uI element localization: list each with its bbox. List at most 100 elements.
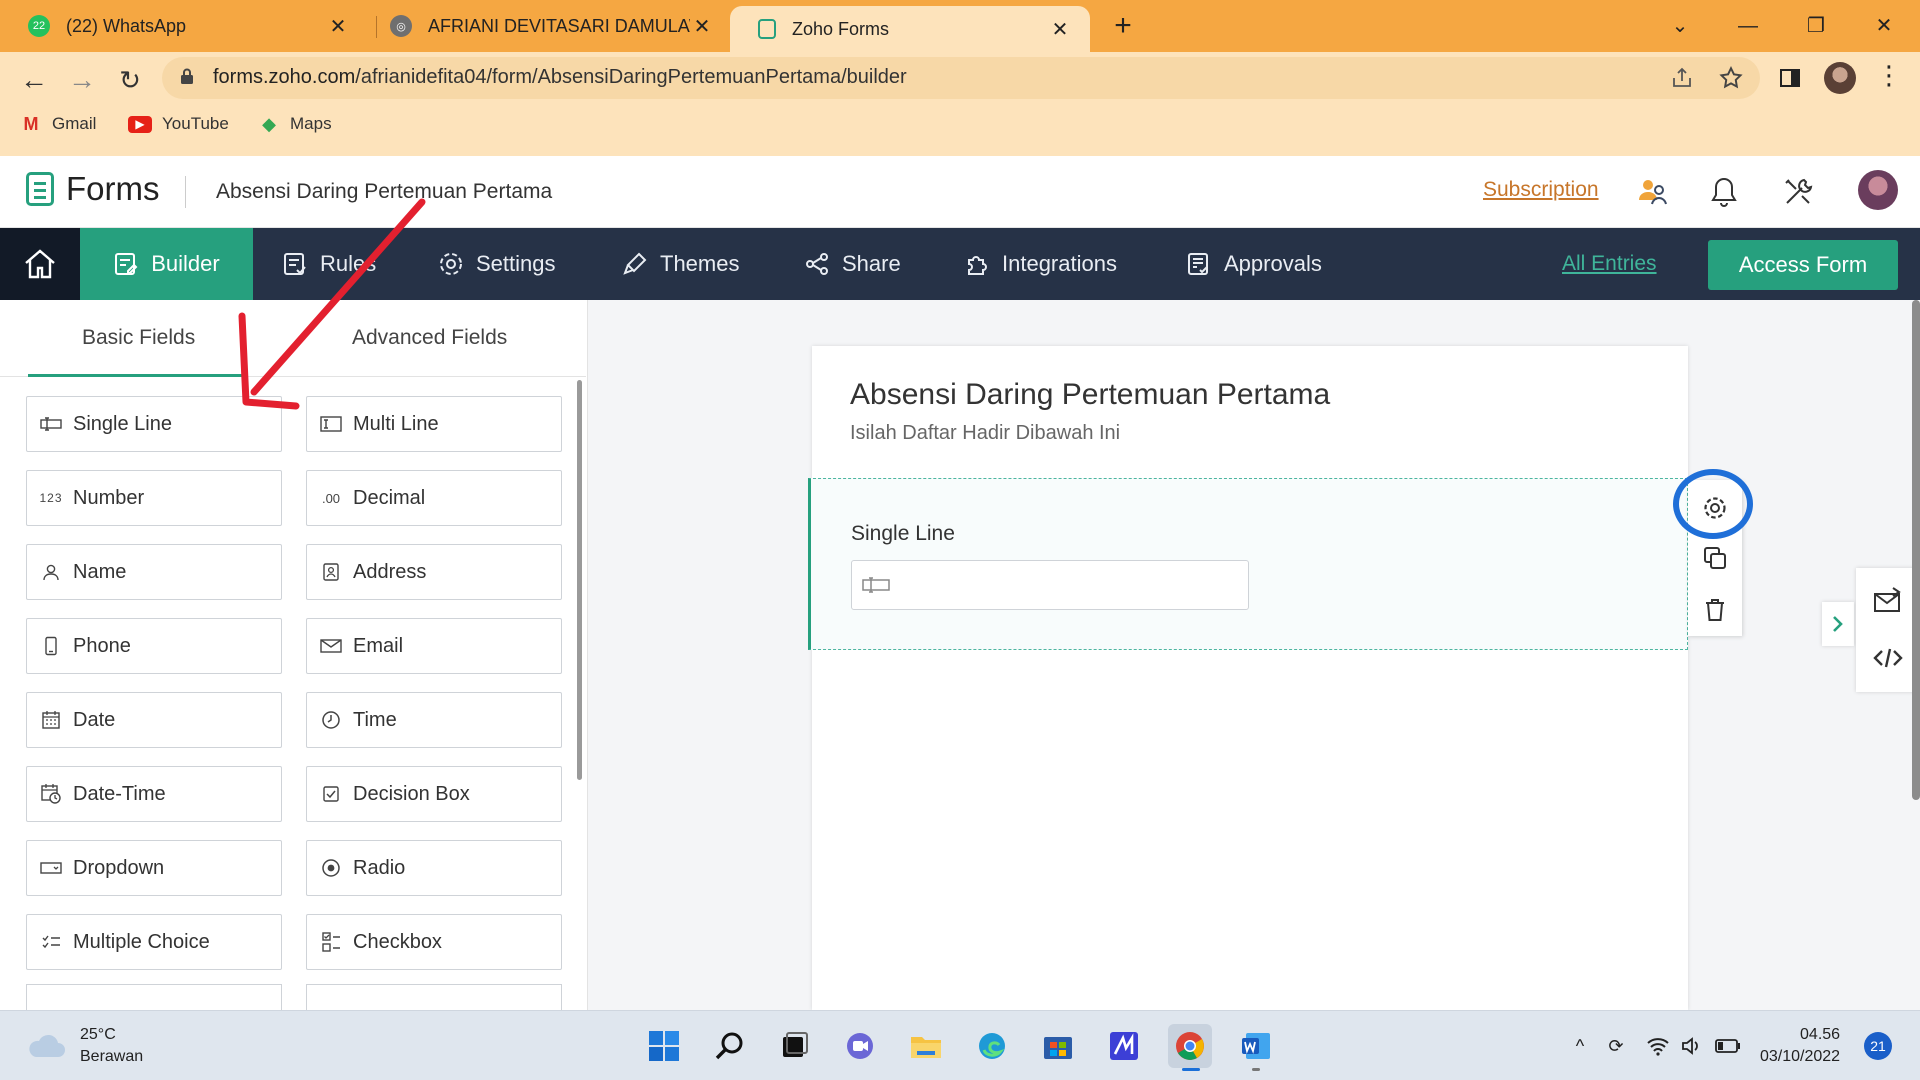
- field-button-phone[interactable]: Phone: [26, 618, 282, 674]
- field-label[interactable]: Single Line: [851, 522, 955, 546]
- duplicate-field-button[interactable]: [1695, 538, 1735, 578]
- form-card: [812, 346, 1688, 1010]
- form-title[interactable]: Absensi Daring Pertemuan Pertama: [850, 378, 1330, 412]
- battery-icon[interactable]: [1714, 1032, 1742, 1060]
- form-subtitle[interactable]: Isilah Daftar Hadir Dibawah Ini: [850, 422, 1120, 445]
- menu-kebab-icon[interactable]: ⋮: [1876, 60, 1902, 91]
- field-button-number[interactable]: 123 Number: [26, 470, 282, 526]
- forward-button[interactable]: →: [62, 60, 102, 100]
- field-button-decimal[interactable]: .00 Decimal: [306, 470, 562, 526]
- field-button-time[interactable]: Time: [306, 692, 562, 748]
- annotation-circle: [1673, 469, 1753, 539]
- subscription-link[interactable]: Subscription: [1483, 178, 1599, 202]
- store-button[interactable]: [1036, 1024, 1080, 1068]
- edge-icon: [979, 1033, 1005, 1059]
- tools-icon[interactable]: [1776, 170, 1820, 214]
- edge-button[interactable]: [970, 1024, 1014, 1068]
- chrome-active-indicator: [1182, 1068, 1200, 1071]
- task-view-button[interactable]: [772, 1024, 816, 1068]
- wifi-icon[interactable]: [1644, 1032, 1672, 1060]
- close-tab-icon[interactable]: ✕: [326, 14, 350, 39]
- start-button[interactable]: [642, 1024, 686, 1068]
- new-tab-button[interactable]: +: [1106, 10, 1140, 44]
- minimize-button[interactable]: —: [1720, 6, 1776, 46]
- close-tab-icon[interactable]: ✕: [1048, 17, 1072, 42]
- settings-gear-icon: [440, 253, 462, 275]
- restore-button[interactable]: ❐: [1788, 6, 1844, 46]
- bookmark-gmail[interactable]: M Gmail: [20, 114, 97, 134]
- all-entries-link[interactable]: All Entries: [1562, 252, 1657, 276]
- field-button-date[interactable]: Date: [26, 692, 282, 748]
- close-window-button[interactable]: ✕: [1856, 6, 1912, 46]
- delete-field-button[interactable]: [1695, 590, 1735, 630]
- field-button-multiple-choice[interactable]: Multiple Choice: [26, 914, 282, 970]
- reload-button[interactable]: ↻: [110, 60, 150, 100]
- nav-share[interactable]: Share: [804, 228, 901, 300]
- nav-builder[interactable]: Builder: [80, 228, 253, 300]
- side-panel-toggle[interactable]: [1822, 602, 1854, 646]
- field-button-decision-box[interactable]: Decision Box: [306, 766, 562, 822]
- side-panel-icon[interactable]: [1778, 66, 1802, 90]
- chrome-button[interactable]: [1168, 1024, 1212, 1068]
- field-button-checkbox[interactable]: Checkbox: [306, 914, 562, 970]
- field-button-partial[interactable]: [26, 984, 282, 1010]
- envelope-icon: [319, 634, 343, 658]
- browser-tab-whatsapp[interactable]: 22 (22) WhatsApp ✕: [0, 4, 368, 48]
- browser-tab-afriani[interactable]: ◎ AFRIANI DEVITASARI DAMULAW ✕: [362, 4, 732, 48]
- weather-widget[interactable]: 25°C Berawan: [26, 1024, 143, 1068]
- volume-icon[interactable]: [1678, 1032, 1706, 1060]
- browser-tab-zoho-forms[interactable]: Zoho Forms ✕: [730, 6, 1090, 52]
- field-button-radio[interactable]: Radio: [306, 840, 562, 896]
- nav-settings[interactable]: Settings: [438, 228, 556, 300]
- calendar-icon: [39, 708, 63, 732]
- field-button-date-time[interactable]: Date-Time: [26, 766, 282, 822]
- tab-title: Zoho Forms: [792, 18, 890, 39]
- tab-basic-fields[interactable]: Basic Fields: [82, 326, 195, 350]
- bell-icon[interactable]: [1702, 170, 1746, 214]
- email-notify-button[interactable]: [1868, 580, 1908, 620]
- field-button-email[interactable]: Email: [306, 618, 562, 674]
- tray-chevron-up-icon[interactable]: ^: [1566, 1032, 1594, 1060]
- field-button-label: Date: [73, 708, 116, 731]
- field-button-name[interactable]: Name: [26, 544, 282, 600]
- field-button-label: Multiple Choice: [73, 930, 210, 953]
- bookmark-youtube[interactable]: ▶ YouTube: [128, 114, 229, 134]
- nav-themes[interactable]: Themes: [622, 228, 739, 300]
- share-page-icon[interactable]: [1670, 66, 1694, 90]
- app-button[interactable]: [1102, 1024, 1146, 1068]
- word-button[interactable]: [1234, 1024, 1278, 1068]
- tab-search-chevron-icon[interactable]: ⌄: [1652, 6, 1708, 46]
- home-button[interactable]: [0, 228, 80, 300]
- embed-code-button[interactable]: [1868, 638, 1908, 678]
- user-sync-icon[interactable]: [1630, 170, 1674, 214]
- field-button-address[interactable]: Address: [306, 544, 562, 600]
- user-avatar[interactable]: [1858, 170, 1898, 210]
- search-button[interactable]: [708, 1024, 752, 1068]
- access-form-button[interactable]: Access Form: [1708, 240, 1898, 290]
- bookmark-star-icon[interactable]: [1718, 65, 1744, 91]
- chat-icon: [847, 1033, 873, 1059]
- back-button[interactable]: ←: [14, 60, 54, 100]
- search-icon: [715, 1032, 743, 1060]
- teams-chat-button[interactable]: [838, 1024, 882, 1068]
- forms-brand[interactable]: Forms: [26, 170, 160, 208]
- dropdown-icon: [39, 856, 63, 880]
- file-explorer-button[interactable]: [904, 1024, 948, 1068]
- bookmark-maps[interactable]: ◆ Maps: [258, 114, 332, 134]
- active-tab-indicator: [28, 374, 244, 377]
- field-button-partial[interactable]: [306, 984, 562, 1010]
- close-tab-icon[interactable]: ✕: [690, 14, 714, 39]
- tab-title: (22) WhatsApp: [66, 15, 187, 36]
- nav-approvals[interactable]: Approvals: [1186, 228, 1322, 300]
- nav-integrations[interactable]: Integrations: [964, 228, 1117, 300]
- notification-badge[interactable]: 21: [1864, 1032, 1892, 1060]
- page-scrollbar[interactable]: [1912, 300, 1920, 800]
- field-button-dropdown[interactable]: Dropdown: [26, 840, 282, 896]
- decimal-icon: .00: [321, 490, 341, 506]
- profile-avatar[interactable]: [1824, 62, 1856, 94]
- tab-title: AFRIANI DEVITASARI DAMULAW: [428, 15, 690, 36]
- clock[interactable]: 04.56 03/10/2022: [1760, 1024, 1840, 1068]
- fields-scrollbar[interactable]: [577, 380, 582, 780]
- sync-icon[interactable]: ⟳: [1602, 1032, 1630, 1060]
- field-button-label: Checkbox: [353, 930, 442, 953]
